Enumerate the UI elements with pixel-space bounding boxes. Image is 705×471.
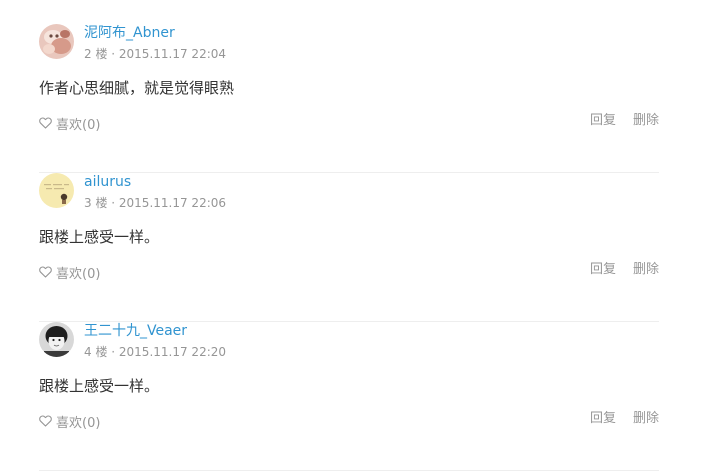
comment-meta: 3 楼 · 2015.11.17 22:06 [84, 195, 226, 211]
heart-icon [39, 415, 52, 427]
cat-photo-avatar-icon [39, 24, 74, 59]
comment-actions: 回复 删除 [590, 410, 659, 428]
reply-button[interactable]: 回复 [590, 113, 616, 128]
meta-separator: · [107, 47, 119, 61]
comment-time: 2015.11.17 22:06 [118, 196, 227, 210]
like-button[interactable]: 喜欢(0) [39, 114, 101, 133]
meta-separator: · [107, 196, 119, 210]
comment-content: 跟楼上感受一样。 [39, 228, 160, 246]
comment-item: ailurus 3 楼 · 2015.11.17 22:06 跟楼上感受一样。 … [39, 173, 659, 322]
like-button[interactable]: 喜欢(0) [39, 263, 101, 282]
bw-portrait-avatar-icon [39, 322, 74, 357]
like-button[interactable]: 喜欢(0) [39, 412, 101, 431]
comment-meta: 2 楼 · 2015.11.17 22:04 [84, 46, 226, 62]
floor-number: 2 楼 [84, 47, 108, 61]
reply-button[interactable]: 回复 [590, 262, 616, 277]
comment-item: 泥阿布_Abner 2 楼 · 2015.11.17 22:04 作者心思细腻，… [39, 24, 659, 173]
delete-button[interactable]: 删除 [633, 262, 659, 277]
comment-content: 作者心思细腻，就是觉得眼熟 [39, 79, 235, 97]
delete-button[interactable]: 删除 [633, 411, 659, 426]
like-label: 喜欢(0) [56, 117, 101, 133]
author-name[interactable]: 泥阿布_Abner [84, 24, 175, 42]
meta-separator: · [107, 345, 119, 359]
comment-item: 王二十九_Veaer 4 楼 · 2015.11.17 22:20 跟楼上感受一… [39, 322, 659, 471]
delete-button[interactable]: 删除 [633, 113, 659, 128]
like-label: 喜欢(0) [56, 266, 101, 282]
avatar[interactable] [39, 24, 74, 59]
like-label: 喜欢(0) [56, 415, 101, 431]
comment-content: 跟楼上感受一样。 [39, 377, 160, 395]
avatar[interactable] [39, 322, 74, 357]
comment-actions: 回复 删除 [590, 112, 659, 130]
comment-time: 2015.11.17 22:20 [118, 345, 227, 359]
heart-icon [39, 117, 52, 129]
reply-button[interactable]: 回复 [590, 411, 616, 426]
author-name[interactable]: ailurus [84, 173, 131, 191]
author-name[interactable]: 王二十九_Veaer [84, 322, 187, 340]
floor-number: 4 楼 [84, 345, 108, 359]
floor-number: 3 楼 [84, 196, 108, 210]
comment-time: 2015.11.17 22:04 [118, 47, 227, 61]
heart-icon [39, 266, 52, 278]
comment-actions: 回复 删除 [590, 261, 659, 279]
avatar[interactable] [39, 173, 74, 208]
comment-meta: 4 楼 · 2015.11.17 22:20 [84, 344, 226, 360]
illustration-avatar-icon [39, 173, 74, 208]
